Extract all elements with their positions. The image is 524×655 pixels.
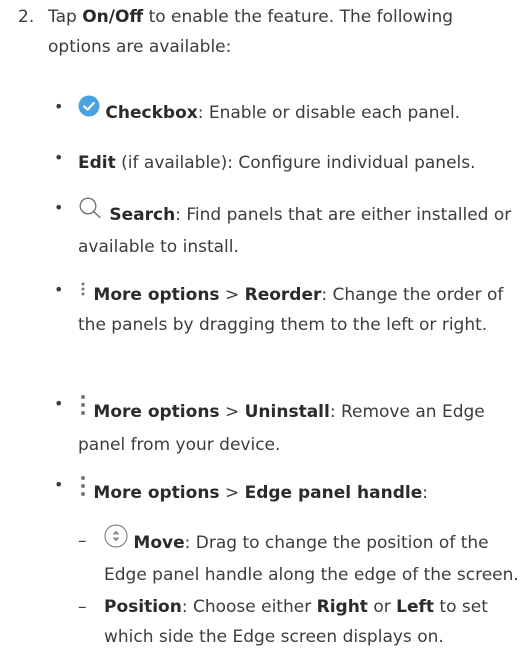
list-item-checkbox: Checkbox: Enable or disable each panel. — [78, 95, 518, 129]
bullet-marker: • — [54, 475, 64, 494]
checkbox-check-icon — [78, 95, 100, 127]
bullet-marker: • — [54, 280, 64, 299]
edit-label: Edit — [78, 153, 116, 173]
list-item-reorder: More options > Reorder: Change the order… — [78, 280, 518, 340]
dash-marker: – — [78, 531, 87, 551]
position-label: Position — [104, 597, 182, 617]
sublist-item-position: Position: Choose either Right or Left to… — [104, 597, 488, 647]
right-label: Right — [316, 597, 368, 617]
bullet-marker: • — [54, 148, 64, 167]
checkbox-label: Checkbox — [105, 103, 198, 123]
more-options-icon — [78, 392, 88, 428]
search-label: Search — [109, 205, 176, 225]
bullet-marker: • — [54, 394, 64, 413]
on-off-label: On/Off — [82, 7, 144, 27]
list-item-uninstall: More options > Uninstall: Remove an Edge… — [78, 394, 518, 460]
sublist-item-move: Move: Drag to change the position of the… — [104, 524, 519, 590]
step-number: 2. — [18, 7, 35, 27]
bullet-marker: • — [54, 198, 64, 217]
list-item-search: Search: Find panels that are either inst… — [78, 196, 518, 262]
bullet-marker: • — [54, 97, 64, 116]
move-icon — [104, 524, 128, 558]
left-label: Left — [396, 597, 435, 617]
list-item-edge-panel-handle: More options > Edge panel handle: — [78, 475, 518, 511]
dash-marker: – — [78, 597, 87, 617]
step-text: Tap On/Off to enable the feature. The fo… — [48, 7, 454, 57]
more-options-icon — [78, 473, 88, 509]
move-label: Move — [133, 533, 185, 553]
more-options-icon — [78, 278, 88, 308]
list-item-edit: Edit (if available): Configure individua… — [78, 153, 476, 173]
search-icon — [78, 196, 104, 230]
